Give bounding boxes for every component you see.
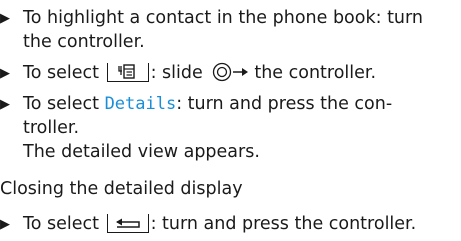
bullet-item-select-back: ▶ To select : turn and press the controll… [0, 212, 416, 236]
instruction-text: troller. [23, 118, 80, 138]
instruction-continuation: the controller. [23, 30, 145, 54]
instruction-text: the controller. [23, 32, 145, 52]
details-menu-label: Details [104, 94, 177, 114]
instruction-text: : turn and press the controller. [150, 214, 417, 234]
instruction-text: : slide [150, 63, 203, 83]
instruction-continuation: troller. [23, 116, 79, 140]
section-heading-text: Closing the detailed display [0, 179, 243, 199]
instruction-text: the controller. [254, 63, 377, 83]
menu-key-icon [106, 63, 149, 82]
bullet-arrow-icon: ▶ [0, 97, 10, 112]
bullet-arrow-icon: ▶ [0, 217, 10, 232]
bullet-item-select-menu: ▶ To select : slide the controller. [0, 61, 376, 85]
bullet-item-select-details: ▶ To select Details: turn and press the c… [0, 92, 392, 116]
bullet-item-highlight-contact: ▶ To highlight a contact in the phone boo… [0, 6, 423, 30]
bullet-arrow-icon: ▶ [0, 66, 10, 81]
bullet-arrow-icon: ▶ [0, 11, 10, 26]
section-heading: Closing the detailed display [0, 177, 243, 201]
instruction-result: The detailed view appears. [23, 140, 260, 164]
back-key-icon [106, 214, 149, 233]
controller-slide-right-icon [212, 62, 252, 89]
instruction-text: : turn and press the con- [176, 94, 393, 114]
instruction-text: To select [23, 94, 99, 114]
instruction-text: To select [23, 214, 99, 234]
instruction-text: To highlight a contact in the phone book… [23, 8, 423, 28]
result-text: The detailed view appears. [23, 142, 260, 162]
instruction-text: To select [23, 63, 99, 83]
